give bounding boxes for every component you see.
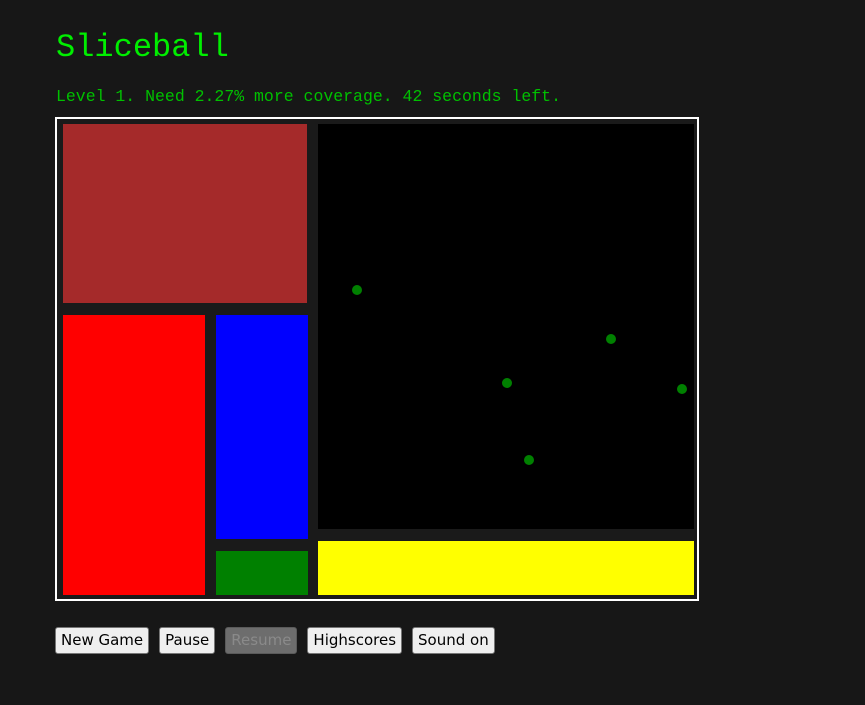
game-board[interactable]: [55, 117, 699, 601]
game-title: Sliceball: [56, 29, 229, 66]
pause-button[interactable]: Pause: [159, 627, 216, 654]
status-text: Level 1. Need 2.27% more coverage. 42 se…: [56, 87, 561, 106]
ball: [606, 334, 616, 344]
filled-region-brown: [63, 124, 307, 303]
ball: [352, 285, 362, 295]
resume-button[interactable]: Resume: [225, 627, 298, 654]
sound-toggle-button[interactable]: Sound on: [412, 627, 495, 654]
filled-region-green: [216, 551, 308, 595]
ball: [524, 455, 534, 465]
ball: [502, 378, 512, 388]
new-game-button[interactable]: New Game: [55, 627, 150, 654]
control-bar: New Game Pause Resume Highscores Sound o…: [55, 627, 495, 654]
highscores-button[interactable]: Highscores: [307, 627, 403, 654]
filled-region-blue: [216, 315, 308, 539]
open-play-area[interactable]: [318, 124, 694, 529]
filled-region-red: [63, 315, 205, 595]
filled-region-yellow: [318, 541, 694, 595]
ball: [677, 384, 687, 394]
